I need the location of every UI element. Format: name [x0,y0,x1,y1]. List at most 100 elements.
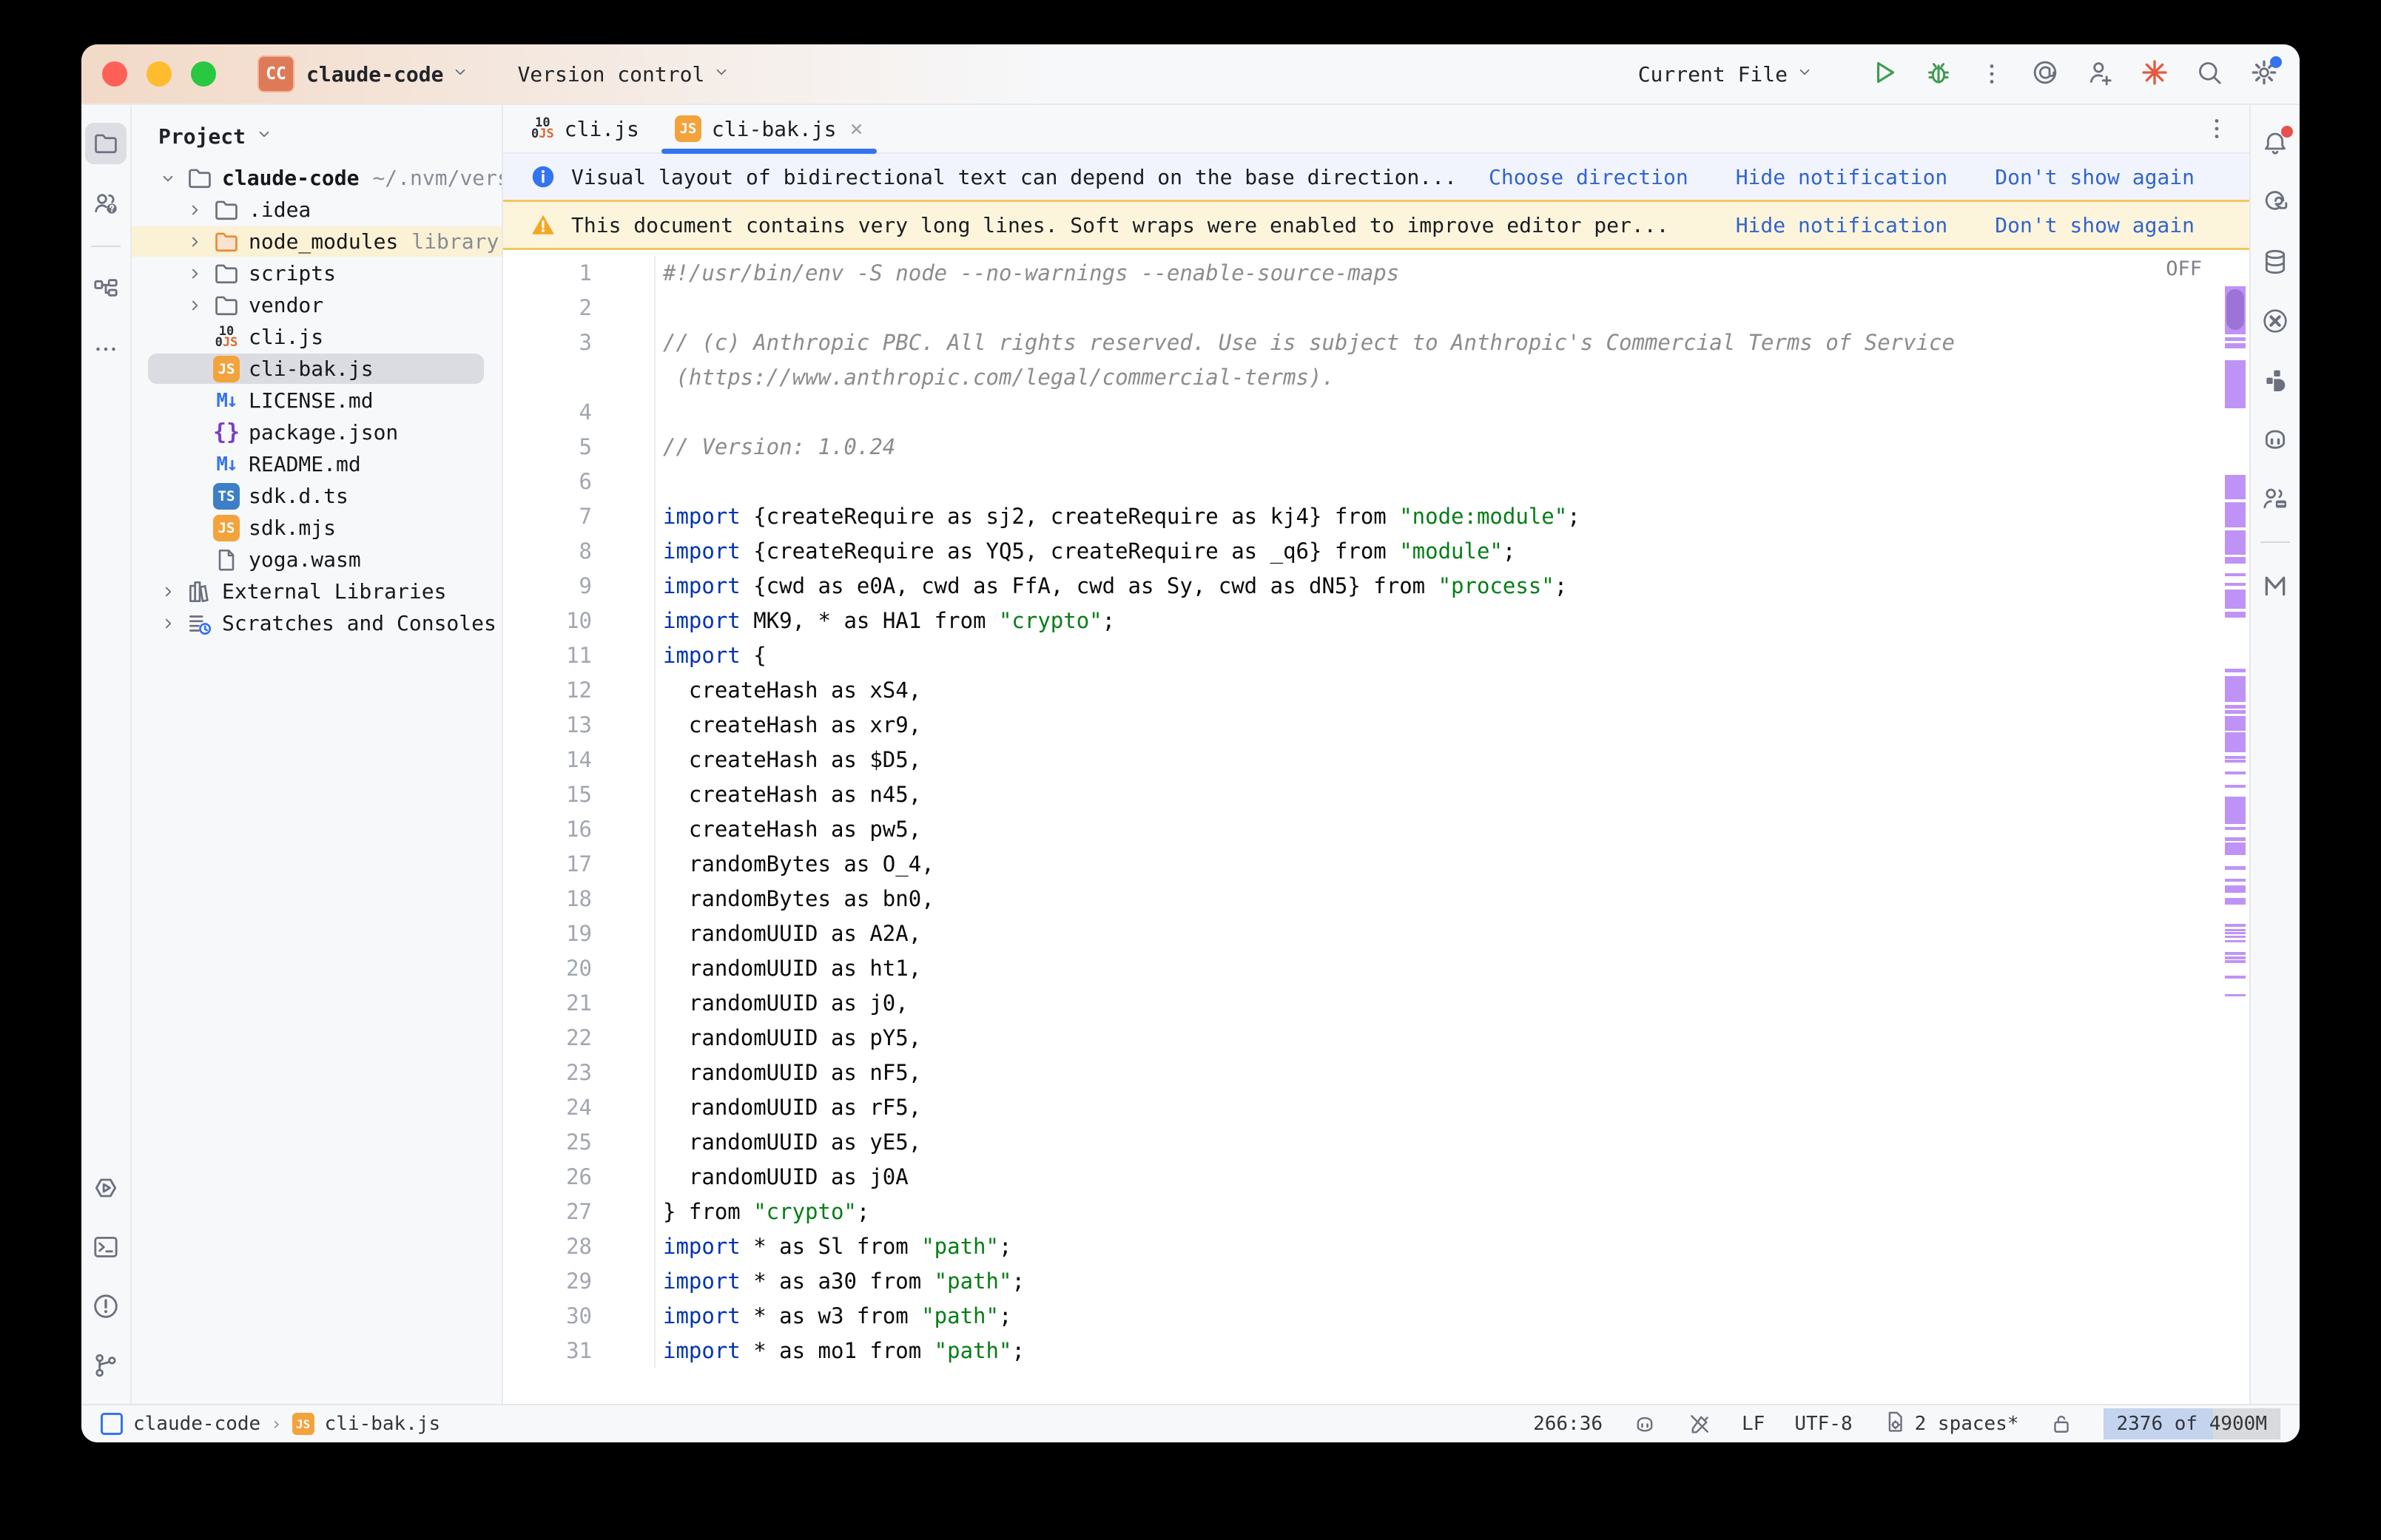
tree-item-External Libraries[interactable]: External Libraries [132,575,502,607]
line-separator-widget[interactable]: LF [1742,1413,1765,1435]
tree-chevron-icon[interactable] [181,200,209,220]
json-file-icon: {} [209,419,244,445]
tree-item-vendor[interactable]: vendor [132,289,502,321]
run-play-button[interactable] [1869,58,1899,87]
tab-options-kebab[interactable] [2184,115,2249,142]
tree-chevron-icon[interactable] [154,614,182,633]
file-gear-icon [1882,1409,1907,1439]
code-line: 31import * as mo1 from "path"; [503,1334,2249,1368]
encoding-widget[interactable]: UTF-8 [1794,1413,1852,1435]
ide-window: CC claude-code Version control Current F… [81,44,2300,1442]
database-tool-button[interactable] [2254,241,2296,283]
tree-item-sdk.mjs[interactable]: JSsdk.mjs [132,512,502,544]
terminal-tool-button[interactable] [85,1226,127,1268]
tree-item-cli.js[interactable]: 100JScli.js [132,321,502,353]
ai-assistant-button[interactable] [2254,182,2296,223]
add-user-button[interactable] [2085,58,2115,87]
structure-tool-button[interactable] [85,269,127,311]
tab-cli.js[interactable]: 100JS cli.js [513,105,657,152]
close-tab-icon[interactable]: × [849,116,863,142]
ai-at-button[interactable] [2030,58,2060,87]
project-menu-label: claude-code [306,62,443,87]
minimize-window-button[interactable] [147,61,172,87]
more-kebab-button[interactable] [1978,61,2005,87]
services-tool-button[interactable] [85,1167,127,1209]
tree-item-.idea[interactable]: .idea [132,194,502,226]
right-tool-stripe [2249,105,2300,1404]
vcs-change-mark [2225,827,2246,830]
vcs-change-mark [2225,530,2246,555]
banner-link[interactable]: Choose direction [1489,165,1688,189]
tree-chevron-icon[interactable] [154,169,182,188]
run-configuration-selector[interactable]: Current File [1638,62,1814,87]
highlighting-level-widget[interactable] [1687,1411,1712,1436]
vcs-change-mark [2225,612,2246,618]
code-line: 30import * as w3 from "path"; [503,1299,2249,1334]
code-line: (https://www.anthropic.com/legal/commerc… [503,360,2249,395]
tree-item-package.json[interactable]: {}package.json [132,416,502,448]
code-line: 3// (c) Anthropic PBC. All rights reserv… [503,325,2249,360]
readonly-toggle-widget[interactable] [2049,1411,2074,1436]
settings-button[interactable] [2249,58,2279,87]
tree-item-claude-code[interactable]: claude-code~/.nvm/vers [132,162,502,194]
pull-requests-button[interactable] [85,182,127,223]
project-panel-header[interactable]: Project [132,105,502,162]
problems-tool-button[interactable] [85,1286,127,1327]
tree-item-Scratches and Consoles[interactable]: Scratches and Consoles [132,607,502,639]
memory-indicator[interactable]: 2376 of 4900M [2104,1408,2281,1439]
banner-link[interactable]: Don't show again [1995,213,2195,237]
banner-link[interactable]: Hide notification [1736,213,1948,237]
copilot-status-widget[interactable] [1632,1411,1657,1436]
banner-link[interactable]: Hide notification [1736,165,1948,189]
code-line: 27} from "crypto"; [503,1195,2249,1229]
breadcrumb-project[interactable]: claude-code [133,1413,260,1435]
copilot-tool-button[interactable] [2254,419,2296,460]
banner-link[interactable]: Don't show again [1995,165,2195,189]
x-plugin-button[interactable] [2254,300,2296,342]
git-tool-button[interactable] [85,1345,127,1386]
tree-item-sdk.d.ts[interactable]: TSsdk.d.ts [132,480,502,512]
tree-item-LICENSE.md[interactable]: M↓LICENSE.md [132,385,502,416]
vcs-change-mark [2225,976,2246,979]
code-line: 15 createHash as n45, [503,777,2249,812]
tree-item-node_modules[interactable]: node_moduleslibrary [132,226,502,257]
vcs-menu[interactable]: Version control [517,62,731,87]
notifications-button[interactable] [2254,123,2296,164]
editor-tab-bar: 100JS cli.js JS cli-bak.js × [503,105,2249,154]
indent-widget[interactable]: 2 spaces* [1882,1409,2019,1439]
vcs-scrollbar-stripe[interactable] [2225,250,2247,1404]
info-icon [530,163,556,190]
vcs-change-mark [2225,573,2246,576]
js-big-file-icon: 100JS [209,326,244,348]
scrollbar-thumb[interactable] [2226,289,2244,330]
plugin-tool-button[interactable] [2254,359,2296,401]
project-tool-button[interactable] [85,123,127,164]
zoom-window-button[interactable] [191,61,216,87]
highlighting-off-indicator[interactable]: OFF [2166,257,2202,280]
caret-position-widget[interactable]: 266:36 [1533,1413,1603,1435]
debug-bug-button[interactable] [1924,58,1953,87]
tree-chevron-icon[interactable] [181,296,209,315]
main-content: Project claude-code~/.nvm/vers .idea nod… [81,105,2300,1404]
code-editor[interactable]: OFF 1#!/usr/bin/env -S node --no-warning… [503,250,2249,1404]
tree-chevron-icon[interactable] [181,232,209,251]
editor-banners: Visual layout of bidirectional text can … [503,154,2249,250]
tree-chevron-icon[interactable] [154,582,182,601]
tree-item-scripts[interactable]: scripts [132,257,502,289]
vcs-change-mark [2225,732,2246,752]
window-controls [102,61,216,87]
tab-cli-bak.js[interactable]: JS cli-bak.js × [657,105,881,152]
breadcrumb-file[interactable]: cli-bak.js [325,1413,441,1435]
project-icon [101,1413,123,1435]
m-plugin-button[interactable] [2254,565,2296,607]
tree-item-README.md[interactable]: M↓README.md [132,448,502,480]
close-window-button[interactable] [102,61,127,87]
more-tools-button[interactable] [85,328,127,370]
code-with-me-button[interactable] [2254,478,2296,519]
burst-button[interactable] [2140,58,2169,87]
project-menu[interactable]: claude-code [306,62,470,87]
tree-item-cli-bak.js[interactable]: JScli-bak.js [132,353,502,385]
search-button[interactable] [2195,58,2224,87]
tree-item-yoga.wasm[interactable]: yoga.wasm [132,544,502,575]
tree-chevron-icon[interactable] [181,264,209,283]
